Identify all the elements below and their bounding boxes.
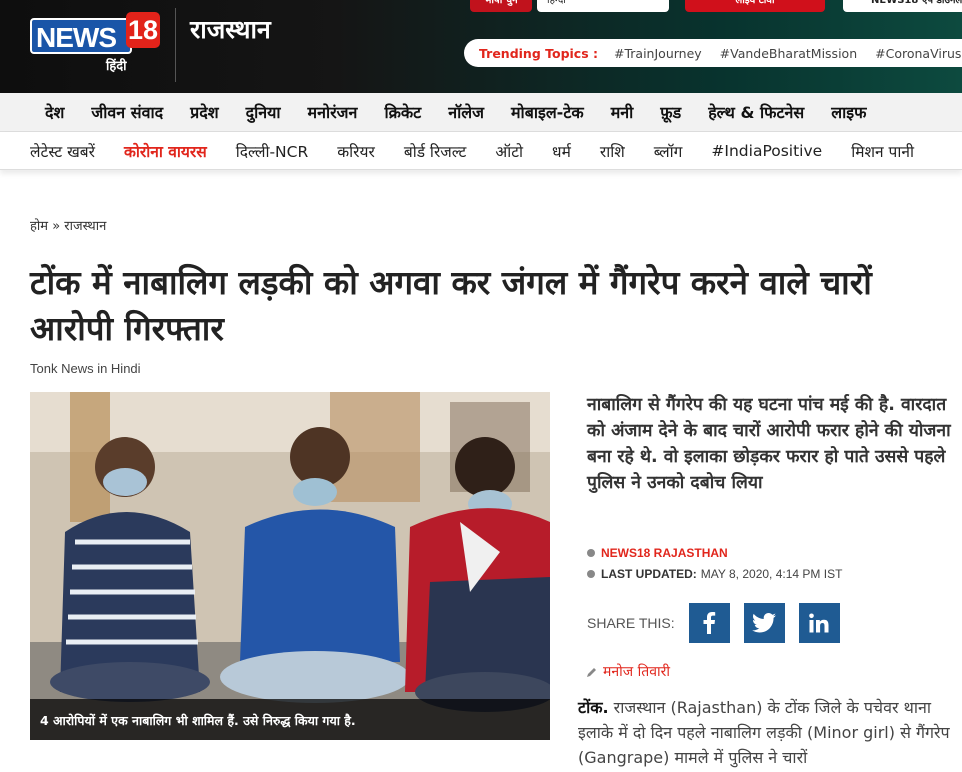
site-header: NEWS 18 हिंदी राजस्थान भाषा चुनें हिन्दी… [0, 0, 962, 93]
updated-value: MAY 8, 2020, 4:14 PM IST [700, 567, 843, 581]
nav-item[interactable]: फ़ूड [660, 101, 681, 123]
trending-label: Trending Topics : [479, 45, 599, 61]
nav-item[interactable]: प्रदेश [190, 101, 218, 123]
breadcrumb-current[interactable]: राजस्थान [64, 219, 106, 234]
body-paragraph: राजस्थान (Rajasthan) के टोंक जिले के पचे… [578, 698, 950, 767]
article-summary: नाबालिग से गैंगरेप की यह घटना पांच मई की… [587, 395, 951, 493]
header-divider [175, 8, 176, 82]
facebook-share-button[interactable] [688, 603, 730, 643]
subnav-item[interactable]: ब्लॉग [654, 140, 683, 162]
breadcrumb-separator: » [52, 219, 61, 234]
breadcrumb-home[interactable]: होम [30, 219, 48, 234]
trending-topic-link[interactable]: #TrainJourney [614, 46, 702, 61]
twitter-share-button[interactable] [743, 603, 785, 643]
breadcrumb: होम » राजस्थान [30, 216, 106, 234]
bullet-dot-icon [587, 570, 595, 578]
nav-item[interactable]: दुनिया [246, 101, 281, 123]
trending-topics-bar: Trending Topics : #TrainJourney #VandeBh… [464, 39, 962, 67]
logo-news-text: NEWS [36, 22, 117, 53]
updated-label: LAST UPDATED: [601, 567, 697, 581]
linkedin-icon [809, 613, 829, 633]
photo-caption: 4 आरोपियों में एक नाबालिग भी शामिल हैं. … [30, 699, 550, 740]
primary-nav: देश जीवन संवाद प्रदेश दुनिया मनोरंजन क्र… [0, 93, 962, 132]
pencil-icon [587, 667, 596, 677]
photo-illustration [30, 392, 550, 740]
nav-item[interactable]: जीवन संवाद [91, 101, 163, 123]
live-tv-button[interactable]: लाइव टीवी [685, 0, 825, 12]
article-body: टोंक. राजस्थान (Rajasthan) के टोंक जिले … [578, 695, 962, 770]
article-photo[interactable]: 4 आरोपियों में एक नाबालिग भी शामिल हैं. … [30, 392, 550, 740]
news18-logo[interactable]: NEWS 18 हिंदी [30, 10, 160, 74]
subnav-item[interactable]: राशि [600, 140, 625, 162]
updated-line: LAST UPDATED: MAY 8, 2020, 4:14 PM IST [587, 567, 842, 581]
logo-18-badge: 18 [126, 12, 160, 48]
nav-item[interactable]: मोबाइल-टेक [511, 101, 584, 123]
body-lead: टोंक. [578, 698, 609, 717]
language-label: भाषा चुनें [470, 0, 532, 12]
nav-item[interactable]: नॉलेज [448, 101, 484, 123]
article-headline: टोंक में नाबालिग लड़की को अगवा कर जंगल म… [30, 263, 872, 348]
trending-topic-link[interactable]: #VandeBharatMission [720, 46, 857, 61]
source-name[interactable]: NEWS18 RAJASTHAN [601, 546, 728, 560]
nav-item[interactable]: लाइफ [831, 101, 866, 123]
nav-item[interactable]: क्रिकेट [384, 101, 421, 123]
trending-topic-link[interactable]: #CoronaVirus [875, 46, 961, 61]
subnav-item[interactable]: बोर्ड रिजल्ट [404, 140, 467, 162]
logo-hindi-text: हिंदी [106, 59, 127, 74]
nav-item[interactable]: हेल्थ & फिटनेस [708, 101, 804, 123]
subnav-item[interactable]: ऑटो [495, 140, 523, 162]
nav-item[interactable]: मनोरंजन [308, 101, 358, 123]
subnav-item-corona[interactable]: कोरोना वायरस [124, 140, 207, 162]
subnav-item[interactable]: मिशन पानी [851, 140, 914, 162]
nav-item[interactable]: मनी [611, 101, 634, 123]
app-download-button[interactable]: NEWS18 ऐप डाउनलोड [843, 0, 962, 12]
state-title[interactable]: राजस्थान [190, 12, 271, 46]
source-line: NEWS18 RAJASTHAN [587, 546, 728, 560]
subnav-item[interactable]: लेटेस्ट खबरें [30, 140, 95, 162]
linkedin-share-button[interactable] [798, 603, 840, 643]
share-label: SHARE THIS: [587, 615, 675, 631]
secondary-nav: लेटेस्ट खबरें कोरोना वायरस दिल्ली-NCR कर… [0, 132, 962, 170]
language-select[interactable]: हिन्दी [537, 0, 669, 12]
subnav-item[interactable]: धर्म [552, 140, 571, 162]
article-tag[interactable]: Tonk News in Hindi [30, 361, 141, 376]
author-line: मनोज तिवारी [587, 662, 670, 681]
facebook-icon [703, 612, 716, 634]
twitter-icon [752, 613, 777, 633]
author-name[interactable]: मनोज तिवारी [603, 662, 670, 681]
subnav-item[interactable]: दिल्ली-NCR [236, 140, 309, 162]
bullet-dot-icon [587, 549, 595, 557]
subnav-item[interactable]: #IndiaPositive [711, 142, 822, 160]
nav-item[interactable]: देश [45, 101, 64, 123]
share-bar: SHARE THIS: [587, 603, 854, 643]
subnav-item[interactable]: करियर [337, 140, 375, 162]
